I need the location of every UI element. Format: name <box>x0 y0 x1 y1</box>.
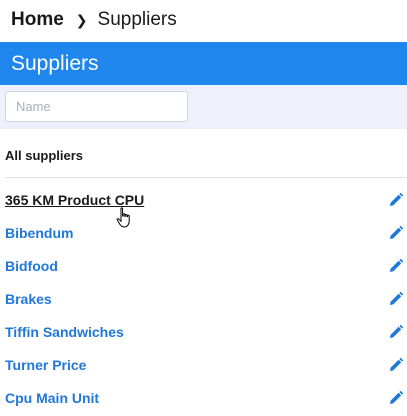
supplier-row: Brakes <box>0 282 407 315</box>
supplier-row: Bidfood <box>0 249 407 282</box>
page-header: Suppliers <box>0 42 407 85</box>
pencil-icon[interactable] <box>388 225 404 241</box>
supplier-link[interactable]: Bibendum <box>5 225 73 241</box>
pencil-icon[interactable] <box>388 192 404 208</box>
pencil-icon[interactable] <box>388 390 404 406</box>
supplier-link[interactable]: 365 KM Product CPU <box>5 192 144 208</box>
pencil-icon[interactable] <box>388 291 404 307</box>
supplier-row: Bibendum <box>0 216 407 249</box>
pencil-icon[interactable] <box>388 357 404 373</box>
page-title: Suppliers <box>11 51 99 75</box>
breadcrumb-home-link[interactable]: Home <box>11 9 64 31</box>
pencil-icon[interactable] <box>388 258 404 274</box>
chevron-right-icon: ❯ <box>75 11 88 28</box>
supplier-link[interactable]: Cpu Main Unit <box>5 390 99 406</box>
name-filter-input[interactable] <box>5 91 188 122</box>
divider <box>5 177 407 178</box>
supplier-link[interactable]: Tiffin Sandwiches <box>5 324 124 340</box>
breadcrumb-current: Suppliers <box>97 9 177 30</box>
supplier-row: Tiffin Sandwiches <box>0 315 407 348</box>
supplier-link[interactable]: Brakes <box>5 291 52 307</box>
supplier-row: Cpu Main Unit <box>0 381 407 414</box>
supplier-list: 365 KM Product CPU Bibendum Bidfood Brak… <box>0 183 407 414</box>
supplier-link[interactable]: Turner Price <box>5 357 86 373</box>
supplier-row: Turner Price <box>0 348 407 381</box>
breadcrumb: Home ❯ Suppliers <box>11 6 177 34</box>
pencil-icon[interactable] <box>388 324 404 340</box>
supplier-link[interactable]: Bidfood <box>5 258 58 274</box>
supplier-row: 365 KM Product CPU <box>0 183 407 216</box>
filter-bar <box>0 85 407 129</box>
section-title: All suppliers <box>5 148 84 163</box>
